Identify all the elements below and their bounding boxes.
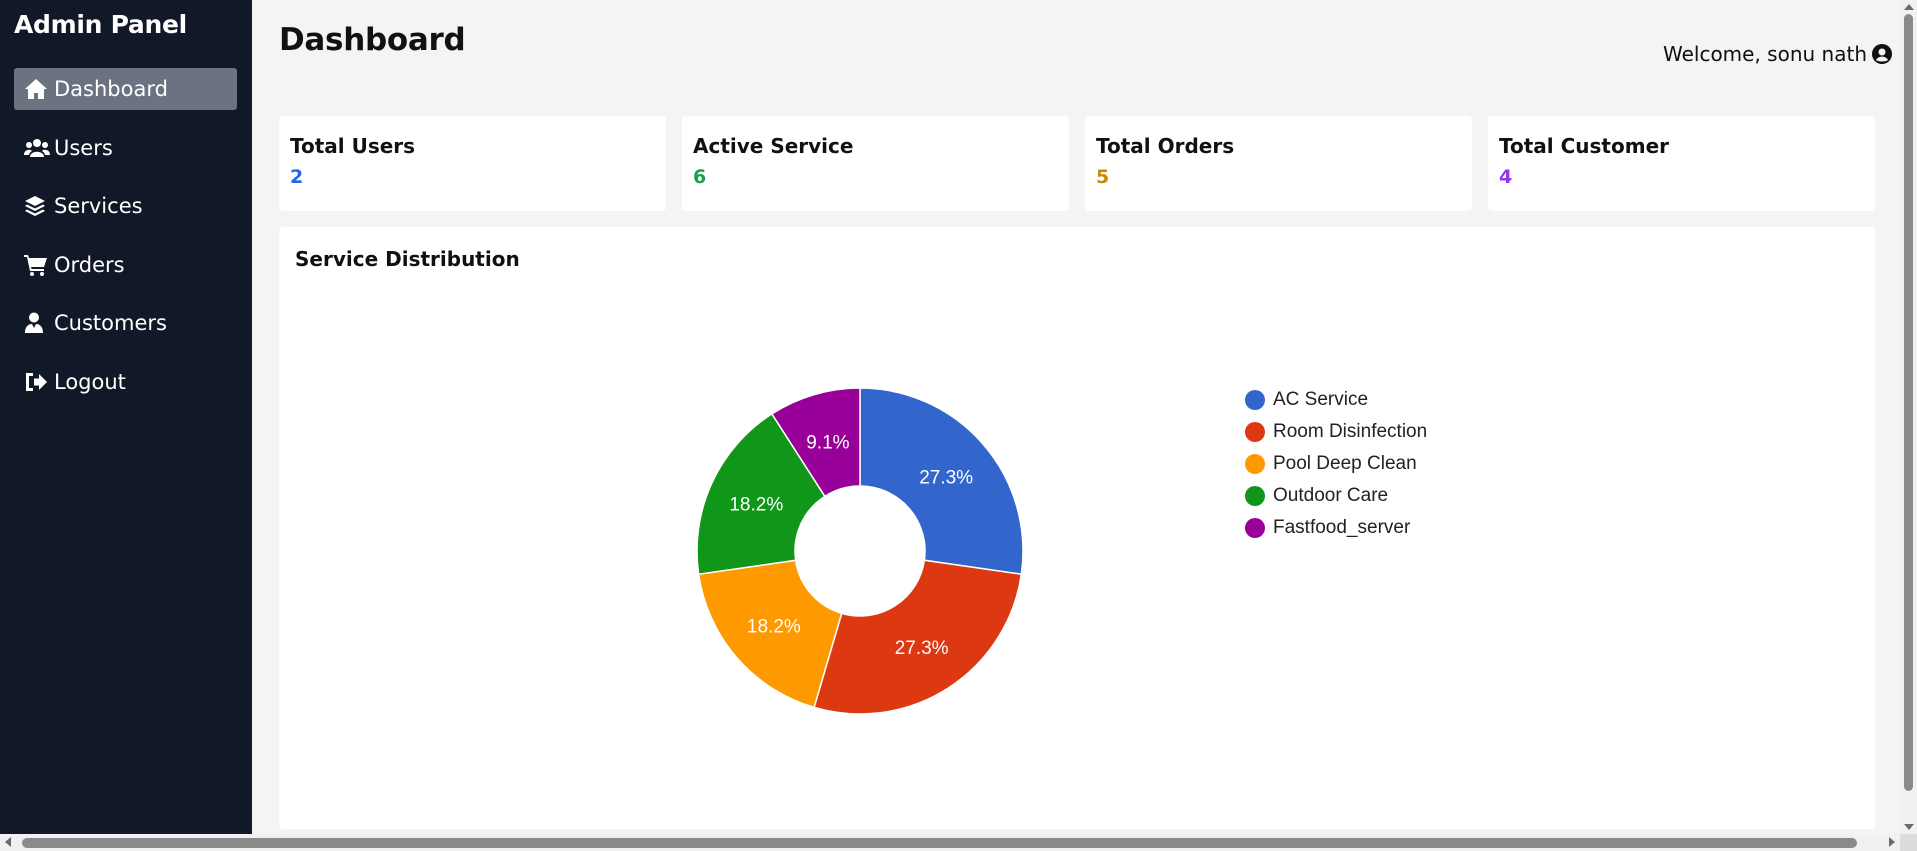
stat-value: 5 (1096, 166, 1110, 188)
pie-slice-label: 18.2% (729, 495, 783, 516)
scroll-right-icon[interactable] (1889, 837, 1895, 847)
stat-label: Total Users (290, 134, 416, 158)
sidebar-item-users[interactable]: Users (14, 127, 237, 169)
stat-label: Total Orders (1096, 134, 1235, 158)
welcome-text: Welcome, sonu nath (1662, 42, 1867, 66)
pie-slice-label: 27.3% (895, 638, 949, 659)
horizontal-scroll-thumb[interactable] (22, 838, 1857, 848)
sidebar-item-label: Dashboard (54, 77, 168, 101)
legend-item[interactable]: AC Service (1245, 384, 1427, 416)
sidebar-item-label: Logout (54, 369, 126, 394)
legend-item[interactable]: Room Disinfection (1245, 416, 1427, 448)
donut-chart: 27.3% 27.3% 18.2% 18.2% 9.1% (696, 387, 1024, 715)
legend-swatch (1245, 454, 1265, 474)
pie-slice-label: 9.1% (806, 433, 849, 454)
welcome-message: Welcome, sonu nath (1663, 42, 1892, 66)
users-icon (24, 136, 52, 160)
sidebar-item-dashboard[interactable]: Dashboard (14, 68, 237, 110)
stat-label: Active Service (693, 134, 854, 158)
stat-card-active-service: Active Service 6 (682, 116, 1069, 211)
legend-label: Room Disinfection (1273, 421, 1428, 442)
vertical-scrollbar[interactable] (1900, 0, 1917, 834)
vertical-scroll-thumb[interactable] (1904, 14, 1913, 791)
legend-label: Outdoor Care (1273, 485, 1389, 506)
sidebar-item-orders[interactable]: Orders (14, 244, 237, 286)
scrollbar-corner (1900, 834, 1917, 851)
stat-value: 4 (1499, 166, 1513, 188)
sidebar-item-label: Customers (54, 311, 167, 335)
main-content: Dashboard Welcome, sonu nath Total Users… (252, 0, 1900, 834)
legend-swatch (1245, 422, 1265, 442)
stat-card-total-users: Total Users 2 (279, 116, 666, 211)
legend-swatch (1245, 486, 1265, 506)
page-title: Dashboard (279, 22, 466, 58)
legend-swatch (1245, 518, 1265, 538)
logout-icon (24, 370, 52, 394)
stat-value: 2 (290, 166, 304, 188)
sidebar-item-services[interactable]: Services (14, 185, 237, 227)
legend-label: Fastfood_server (1273, 517, 1411, 538)
sidebar-item-label: Users (54, 135, 113, 160)
legend-label: AC Service (1273, 389, 1369, 410)
sidebar: Admin Panel Dashboard Users Services Ord… (0, 0, 252, 834)
sidebar-item-label: Orders (54, 252, 125, 277)
stat-value: 6 (693, 166, 707, 188)
layers-icon (24, 194, 52, 218)
sidebar-item-customers[interactable]: Customers (14, 302, 237, 344)
sidebar-nav: Dashboard Users Services Orders Customer… (14, 68, 237, 419)
user-tie-icon (24, 311, 52, 335)
stats-cards: Total Users 2 Active Service 6 Total Ord… (279, 116, 1875, 211)
scroll-left-icon[interactable] (5, 837, 11, 847)
brand-title: Admin Panel (14, 10, 187, 39)
pie-slice-label: 27.3% (919, 467, 973, 488)
stat-card-total-customer: Total Customer 4 (1488, 116, 1875, 211)
scroll-up-icon[interactable] (1904, 4, 1914, 10)
legend-item[interactable]: Outdoor Care (1245, 480, 1427, 512)
horizontal-scrollbar[interactable] (0, 834, 1900, 851)
scroll-down-icon[interactable] (1904, 824, 1914, 830)
home-icon (24, 77, 52, 101)
legend-item[interactable]: Fastfood_server (1245, 512, 1427, 544)
stat-label: Total Customer (1499, 134, 1669, 158)
legend-item[interactable]: Pool Deep Clean (1245, 448, 1427, 480)
pie-slice-label: 18.2% (747, 617, 801, 638)
user-circle-icon[interactable] (1872, 44, 1892, 64)
stat-card-total-orders: Total Orders 5 (1085, 116, 1472, 211)
legend-swatch (1245, 390, 1265, 410)
sidebar-item-label: Services (54, 194, 143, 218)
legend-label: Pool Deep Clean (1273, 453, 1417, 474)
chart-legend: AC Service Room Disinfection Pool Deep Cle… (1245, 384, 1427, 544)
service-distribution-card: Service Distribution 27.3% 27.3% 18.2% 18.2… (279, 227, 1875, 829)
cart-icon (24, 253, 52, 277)
sidebar-item-logout[interactable]: Logout (14, 361, 237, 403)
